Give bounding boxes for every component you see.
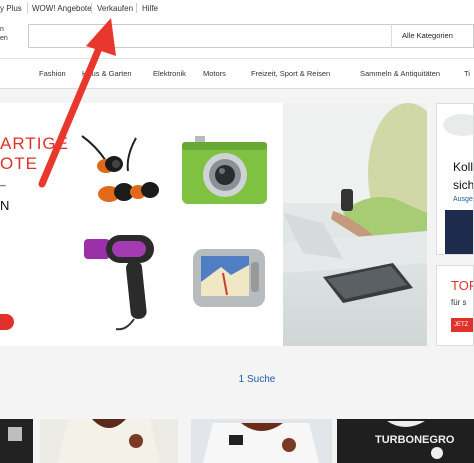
product-thumb-detail	[8, 427, 22, 441]
red-arrow-annotation	[38, 18, 116, 188]
product-thumb[interactable]	[40, 419, 178, 463]
jersey-text: TURBONEGRO	[375, 434, 455, 446]
product-thumb[interactable]: TURBONEGRO	[337, 419, 474, 463]
result-count[interactable]: 1 Suche	[0, 374, 474, 385]
product-thumb[interactable]	[191, 419, 332, 463]
product-thumb[interactable]	[0, 419, 33, 463]
